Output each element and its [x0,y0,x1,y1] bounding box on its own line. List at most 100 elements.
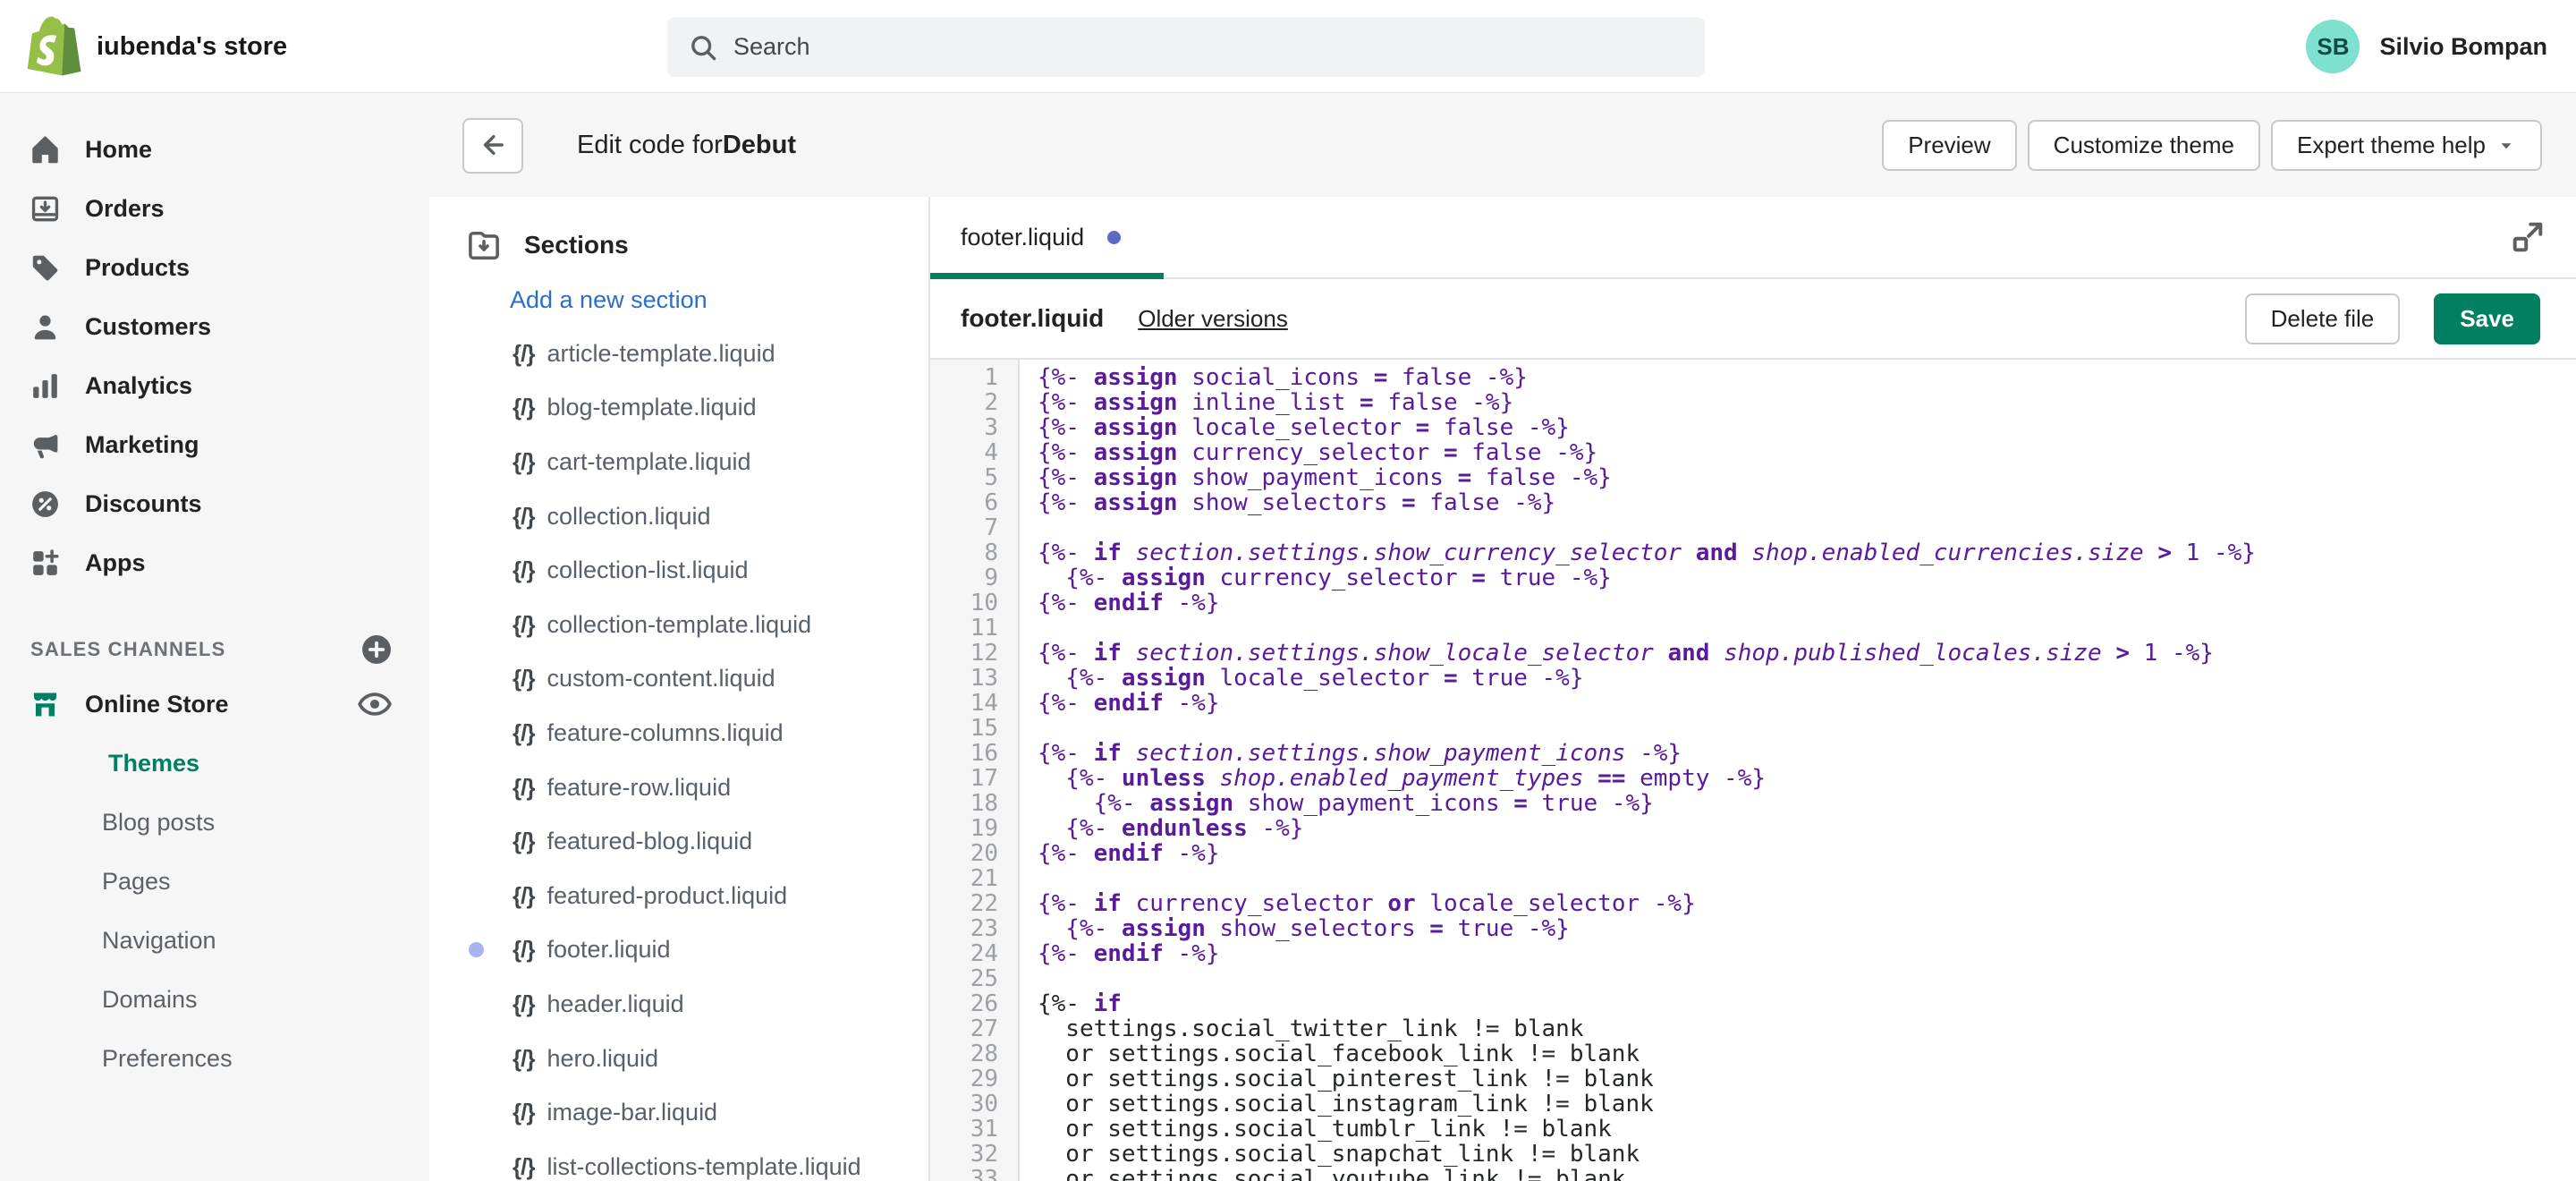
line-number-gutter: 1234567891011121314151617181920212223242… [930,360,1020,1181]
line-number: 33 [930,1167,1018,1181]
code-line: {%- endif -%} [1038,691,2576,716]
online-store-subnav: Themes Blog postsPagesNavigationDomains Pr… [0,734,429,1088]
code-line: or settings.social_youtube_link != blank [1038,1167,2576,1181]
sidebar-item-navigation[interactable]: Navigation [0,911,429,970]
add-new-section-link[interactable]: Add a new section [510,286,928,314]
code-lines[interactable]: {%- assign social_icons = false -%}{%- a… [1020,360,2576,1181]
line-number: 9 [930,565,1018,590]
sidebar-item-apps[interactable]: Apps [0,533,429,592]
add-sales-channel-button[interactable] [360,633,394,667]
code-line: {%- if section.settings.show_currency_se… [1038,540,2576,565]
view-store-button[interactable] [356,685,394,723]
code-line: {%- assign currency_selector = false -%} [1038,440,2576,465]
sidebar-subitem-label: Themes [108,750,199,777]
file-hero-liquid[interactable]: {/}hero.liquid [429,1032,928,1086]
file-collection-liquid[interactable]: {/}collection.liquid [429,489,928,544]
file-featured-blog-liquid[interactable]: {/}featured-blog.liquid [429,814,928,869]
sidebar-item-customers[interactable]: Customers [0,297,429,356]
sidebar-item-domains[interactable]: Domains [0,970,429,1029]
file-name: blog-template.liquid [547,394,756,421]
code-line: {%- unless shop.enabled_payment_types ==… [1038,766,2576,791]
liquid-file-icon: {/} [513,340,534,368]
file-list: {/}article-template.liquid{/}blog-templa… [429,327,928,1181]
global-search[interactable] [667,17,1705,77]
sidebar-item-label: Discounts [85,490,202,518]
save-button[interactable]: Save [2434,293,2540,344]
line-number: 18 [930,791,1018,816]
topbar: iubenda's store SB Silvio Bompan [0,0,2576,93]
modified-dot [469,942,484,957]
sidebar-item-orders[interactable]: Orders [0,179,429,238]
code-area[interactable]: 1234567891011121314151617181920212223242… [930,360,2576,1181]
code-line: {%- assign locale_selector = false -%} [1038,415,2576,440]
liquid-file-icon: {/} [513,557,534,584]
line-number: 10 [930,590,1018,616]
file-tree: Sections Add a new section {/}article-te… [429,197,930,1181]
storefront-icon [29,688,62,721]
sections-folder-label: Sections [524,231,629,259]
line-number: 3 [930,415,1018,440]
file-feature-columns-liquid[interactable]: {/}feature-columns.liquid [429,706,928,760]
code-line: settings.social_twitter_link != blank [1038,1016,2576,1041]
folder-down-icon [465,226,503,264]
sidebar-item-preferences[interactable]: Preferences [0,1029,429,1088]
code-line [1038,966,2576,991]
search-input[interactable] [733,33,1685,61]
sections-folder[interactable]: Sections [429,220,928,270]
expert-theme-help-button[interactable]: Expert theme help [2271,120,2542,171]
sidebar-item-blog-posts[interactable]: Blog posts [0,793,429,852]
preview-button[interactable]: Preview [1882,120,2016,171]
sidebar-item-pages[interactable]: Pages [0,852,429,911]
delete-file-button[interactable]: Delete file [2245,293,2401,344]
sidebar-item-discounts[interactable]: Discounts [0,474,429,533]
file-collection-list-liquid[interactable]: {/}collection-list.liquid [429,543,928,598]
search-icon [687,31,719,64]
line-number: 21 [930,866,1018,891]
editor: footer.liquid footer.liquid Older versio… [930,197,2576,1181]
file-name: header.liquid [547,990,683,1018]
arrow-left-icon [478,130,508,160]
customers-icon [29,310,62,344]
code-line: {%- assign show_selectors = false -%} [1038,490,2576,515]
line-number: 32 [930,1142,1018,1167]
file-list-collections-template-liquid[interactable]: {/}list-collections-template.liquid [429,1140,928,1181]
sidebar: HomeOrdersProductsCustomersAnalyticsMark… [0,93,429,1181]
file-blog-template-liquid[interactable]: {/} blog-template.liquid [429,381,928,436]
liquid-file-icon: {/} [513,828,534,855]
sidebar-item-home[interactable]: Home [0,120,429,179]
file-featured-product-liquid[interactable]: {/}featured-product.liquid [429,869,928,923]
line-number: 12 [930,641,1018,666]
sidebar-item-themes[interactable]: Themes [0,734,429,793]
code-line: {%- assign show_selectors = true -%} [1038,916,2576,941]
sidebar-item-products[interactable]: Products [0,238,429,297]
file-feature-row-liquid[interactable]: {/}feature-row.liquid [429,760,928,815]
liquid-file-icon: {/} [513,936,534,964]
file-custom-content-liquid[interactable]: {/}custom-content.liquid [429,652,928,707]
file-article-template-liquid[interactable]: {/}article-template.liquid [429,327,928,381]
line-number: 2 [930,390,1018,415]
liquid-file-icon: {/} [513,1153,534,1181]
line-number: 29 [930,1066,1018,1092]
sidebar-item-analytics[interactable]: Analytics [0,356,429,415]
customize-theme-button[interactable]: Customize theme [2028,120,2260,171]
expand-editor-button[interactable] [2506,217,2549,259]
file-name: custom-content.liquid [547,665,775,692]
file-collection-template-liquid[interactable]: {/}collection-template.liquid [429,598,928,652]
shopify-logo-icon[interactable] [27,16,82,79]
user-name: Silvio Bompan [2379,33,2547,61]
user-menu[interactable]: SB Silvio Bompan [2306,0,2547,93]
tab-footer-liquid[interactable]: footer.liquid [930,197,1164,277]
back-button[interactable] [462,118,523,174]
code-editor-panel: Sections Add a new section {/}article-te… [429,197,2576,1181]
liquid-file-icon: {/} [513,611,534,639]
file-image-bar-liquid[interactable]: {/}image-bar.liquid [429,1085,928,1140]
sidebar-item-online-store[interactable]: Online Store [0,675,429,734]
file-footer-liquid[interactable]: {/}footer.liquid [429,923,928,978]
older-versions-link[interactable]: Older versions [1138,305,1288,333]
file-header-liquid[interactable]: {/}header.liquid [429,977,928,1032]
file-cart-template-liquid[interactable]: {/}cart-template.liquid [429,435,928,489]
line-number: 13 [930,666,1018,691]
liquid-file-icon: {/} [513,394,534,421]
sidebar-subitem-label: Preferences [102,1045,233,1073]
sidebar-item-marketing[interactable]: Marketing [0,415,429,474]
